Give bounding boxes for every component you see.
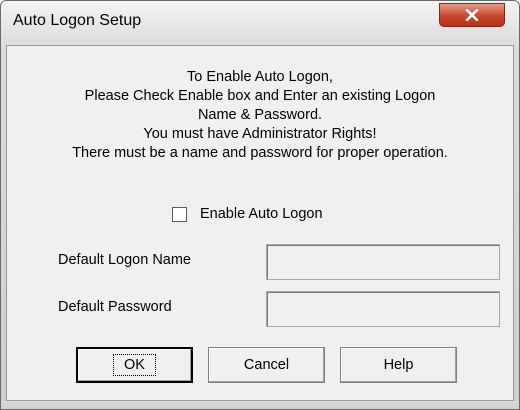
cancel-button-label: Cancel xyxy=(243,357,290,373)
ok-button[interactable]: OK xyxy=(76,347,193,383)
instruction-line: There must be a name and password for pr… xyxy=(72,145,448,161)
password-label: Default Password xyxy=(58,299,172,315)
instruction-line: You must have Administrator Rights! xyxy=(143,126,377,142)
auto-logon-setup-window: Auto Logon Setup To Enable Auto Logon, P… xyxy=(0,0,520,410)
ok-button-label: OK xyxy=(113,354,156,376)
title-bar[interactable]: Auto Logon Setup xyxy=(1,1,519,45)
cancel-button[interactable]: Cancel xyxy=(208,347,325,383)
instruction-line: Please Check Enable box and Enter an exi… xyxy=(84,88,436,104)
help-button[interactable]: Help xyxy=(340,347,457,383)
logon-name-input[interactable] xyxy=(266,244,500,280)
enable-auto-logon-row[interactable]: Enable Auto Logon xyxy=(172,204,323,224)
password-input[interactable] xyxy=(266,291,500,327)
instruction-line: To Enable Auto Logon, xyxy=(187,69,333,85)
dialog-body: To Enable Auto Logon, Please Check Enabl… xyxy=(6,45,514,401)
help-button-label: Help xyxy=(383,357,414,373)
window-title: Auto Logon Setup xyxy=(13,12,142,29)
close-button[interactable] xyxy=(439,3,505,27)
window-frame-right xyxy=(514,45,519,409)
enable-auto-logon-checkbox[interactable] xyxy=(172,206,187,222)
close-icon xyxy=(465,9,479,21)
instruction-line: Name & Password. xyxy=(197,107,323,123)
logon-name-label: Default Logon Name xyxy=(58,252,191,268)
enable-auto-logon-label[interactable]: Enable Auto Logon xyxy=(200,206,323,222)
window-frame-bottom xyxy=(1,401,519,409)
instructions-text: To Enable Auto Logon, Please Check Enabl… xyxy=(7,68,513,163)
